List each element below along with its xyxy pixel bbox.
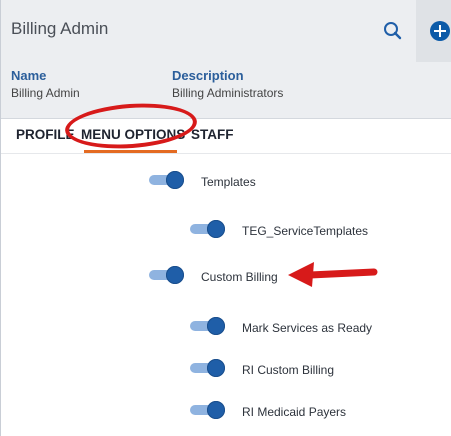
- tab-staff[interactable]: STAFF: [191, 127, 234, 142]
- option-label-custom-billing: Custom Billing: [201, 270, 278, 284]
- search-icon[interactable]: [382, 20, 404, 42]
- name-value: Billing Admin: [11, 86, 80, 100]
- option-label-templates: Templates: [201, 175, 256, 189]
- add-icon[interactable]: [430, 21, 450, 41]
- name-label: Name: [11, 68, 47, 83]
- header: Billing Admin Name Billing Admin Descrip…: [1, 0, 451, 119]
- tab-menu-options[interactable]: MENU OPTIONS: [81, 127, 185, 142]
- tab-profile[interactable]: PROFILE: [16, 127, 75, 142]
- toggle-custom-billing[interactable]: [149, 266, 184, 284]
- toggle-knob: [207, 401, 225, 419]
- option-label-ri-medicaid-payers: RI Medicaid Payers: [242, 405, 347, 419]
- toggle-mark-services-as-ready[interactable]: [190, 317, 225, 335]
- toggle-knob: [166, 171, 184, 189]
- toggle-templates[interactable]: [149, 171, 184, 189]
- toggle-ri-custom-billing[interactable]: [190, 359, 225, 377]
- option-label-ri-custom-billing: RI Custom Billing: [242, 363, 335, 377]
- toggle-knob: [207, 317, 225, 335]
- toggle-knob: [207, 359, 225, 377]
- toggle-teg-servicetemplates[interactable]: [190, 220, 225, 238]
- red-arrow-icon: [288, 262, 378, 287]
- window-frame: Billing Admin Name Billing Admin Descrip…: [0, 0, 451, 436]
- toggle-knob: [207, 220, 225, 238]
- toggle-knob: [166, 266, 184, 284]
- description-label: Description: [172, 68, 244, 83]
- option-label-teg-servicetemplates: TEG_ServiceTemplates: [242, 224, 369, 238]
- description-value: Billing Administrators: [172, 86, 284, 100]
- page-title: Billing Admin: [11, 19, 109, 38]
- option-label-mark-services-as-ready: Mark Services as Ready: [242, 321, 373, 335]
- tab-bar: PROFILE MENU OPTIONS STAFF: [1, 119, 451, 154]
- active-tab-indicator: [84, 150, 177, 153]
- toggle-ri-medicaid-payers[interactable]: [190, 401, 225, 419]
